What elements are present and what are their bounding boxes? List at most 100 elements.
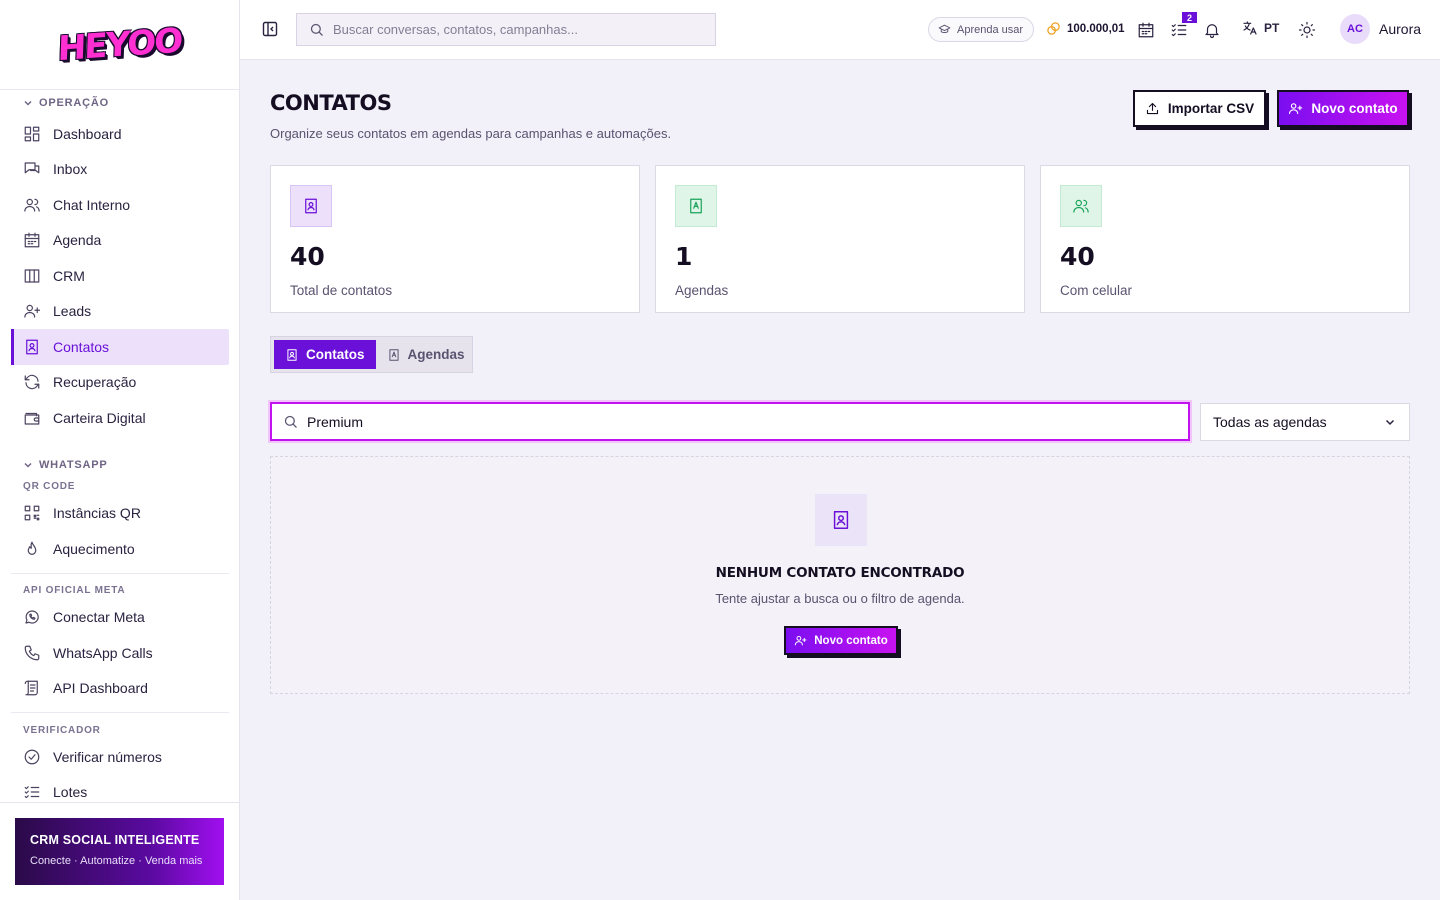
user-plus-icon: [1289, 103, 1303, 115]
phone-icon: [24, 645, 40, 661]
promo-subtitle: Conecte · Automatize · Venda mais: [30, 855, 203, 867]
page-subtitle: Organize seus contatos em agendas para c…: [270, 126, 672, 141]
user-name: Aurora: [1379, 21, 1422, 37]
sidebar-item-label: Contatos: [53, 338, 110, 355]
wallet-icon: [24, 412, 40, 425]
stat-label: Total de contatos: [290, 283, 393, 298]
address-book-icon: [388, 348, 399, 361]
agenda-filter-select[interactable]: Todas as agendas: [1200, 403, 1410, 441]
language-switcher[interactable]: PT: [1242, 20, 1279, 36]
list-checks-icon: [24, 786, 40, 799]
user-menu[interactable]: AC Aurora: [1340, 14, 1421, 44]
sidebar-item-lotes[interactable]: Lotes: [11, 775, 229, 803]
stat-value: 1: [675, 242, 693, 271]
bell-icon: [1205, 24, 1219, 39]
sidebar-item-crm[interactable]: CRM: [11, 258, 229, 294]
agenda-filter-value: Todas as agendas: [1213, 414, 1327, 430]
dashboard-icon: [24, 126, 40, 142]
user-plus-icon: [24, 305, 41, 318]
import-csv-label: Importar CSV: [1167, 101, 1255, 116]
sidebar-item-label: API Dashboard: [53, 680, 148, 697]
sidebar-toggle-button[interactable]: [262, 21, 278, 37]
users-icon: [24, 198, 40, 212]
sidebar-item-label: Chat Interno: [53, 196, 131, 213]
promo-banner[interactable]: CRM SOCIAL INTELIGENTE Conecte · Automat…: [15, 818, 224, 885]
sidebar-item-label: Agenda: [53, 232, 102, 249]
logo-area: HEYOO: [0, 0, 239, 90]
sidebar-item-agenda[interactable]: Agenda: [11, 223, 229, 259]
sidebar-item-conectar-meta[interactable]: Conectar Meta: [11, 600, 229, 636]
coins-icon: [1047, 22, 1060, 35]
sidebar-item-instancias-qr[interactable]: Instâncias QR: [11, 496, 229, 532]
tab-label: Agendas: [407, 347, 465, 362]
stat-label: Com celular: [1060, 283, 1133, 298]
contact-book-icon: [833, 511, 849, 529]
search-icon: [310, 23, 323, 36]
language-label: PT: [1264, 21, 1280, 35]
credits-balance[interactable]: 100.000,01: [1046, 21, 1125, 36]
panel-left-icon: [262, 21, 278, 37]
heyoo-logo[interactable]: HEYOO: [57, 20, 182, 68]
empty-new-contact-label: Novo contato: [814, 634, 888, 647]
import-csv-button[interactable]: Importar CSV: [1133, 90, 1266, 127]
tab-contatos[interactable]: Contatos: [274, 340, 376, 369]
group-whatsapp[interactable]: WHATSAPP: [11, 452, 229, 478]
group-whatsapp-label: WHATSAPP: [39, 458, 108, 471]
page-title: CONTATOS: [270, 91, 392, 115]
list-checks-icon: [1171, 24, 1187, 37]
empty-state-title: NENHUM CONTATO ENCONTRADO: [715, 565, 965, 581]
sidebar-item-api-dashboard[interactable]: API Dashboard: [11, 671, 229, 707]
sidebar-item-label: Recuperação: [53, 374, 137, 391]
chevron-down-icon: [1385, 419, 1395, 426]
calendar-icon: [1138, 22, 1154, 38]
contacts-search[interactable]: [270, 402, 1190, 441]
tasks-button[interactable]: [1170, 21, 1188, 39]
stat-value: 40: [290, 242, 325, 271]
global-search-input[interactable]: [333, 22, 693, 37]
sidebar-item-contatos[interactable]: Contatos: [11, 329, 229, 365]
contact-book-icon: [26, 339, 38, 355]
sidebar-item-recuperacao[interactable]: Recuperação: [11, 365, 229, 401]
sidebar-item-inbox[interactable]: Inbox: [11, 152, 229, 188]
contacts-search-input[interactable]: [307, 413, 1167, 430]
sun-icon: [1298, 21, 1316, 39]
sidebar-item-label: Conectar Meta: [53, 609, 145, 626]
sidebar-item-aquecimento[interactable]: Aquecimento: [11, 531, 229, 567]
calendar-icon: [24, 232, 40, 248]
refresh-icon: [24, 375, 40, 390]
flame-icon: [27, 541, 37, 555]
global-search[interactable]: [296, 13, 716, 46]
sidebar-item-dashboard[interactable]: Dashboard: [11, 116, 229, 152]
subgroup-qrcode: QR CODE: [23, 481, 76, 492]
sidebar-item-label: WhatsApp Calls: [53, 644, 153, 661]
sidebar-item-chat-interno[interactable]: Chat Interno: [11, 187, 229, 223]
chevron-down-icon: [24, 100, 32, 106]
columns-icon: [24, 269, 40, 283]
divider: [11, 572, 229, 574]
graduation-cap-icon: [938, 24, 951, 33]
translate-icon: [1243, 21, 1257, 35]
tab-agendas[interactable]: Agendas: [376, 340, 476, 369]
sidebar-item-label: CRM: [53, 267, 85, 284]
divider: [0, 802, 240, 803]
learn-button[interactable]: Aprenda usar: [928, 17, 1035, 42]
notifications-button[interactable]: [1203, 21, 1221, 39]
view-tabs: Contatos Agendas: [270, 336, 473, 373]
empty-state-icon-box: [815, 494, 867, 546]
sidebar-item-whatsapp-calls[interactable]: WhatsApp Calls: [11, 635, 229, 671]
stat-card-agendas: 1 Agendas: [655, 165, 1025, 313]
empty-new-contact-button[interactable]: Novo contato: [784, 626, 898, 655]
calendar-button[interactable]: [1137, 21, 1155, 39]
chevron-down-icon: [24, 462, 32, 468]
stat-label: Agendas: [675, 283, 729, 298]
sidebar-item-leads[interactable]: Leads: [11, 294, 229, 330]
sidebar-item-verificar-numeros[interactable]: Verificar números: [11, 739, 229, 775]
search-icon: [284, 415, 297, 428]
theme-toggle-button[interactable]: [1298, 21, 1316, 39]
group-operacao[interactable]: OPERAÇÃO: [11, 90, 229, 116]
scroll-icon: [24, 680, 38, 696]
address-book-icon: [690, 198, 702, 214]
new-contact-button[interactable]: Novo contato: [1277, 90, 1409, 127]
sidebar-item-carteira[interactable]: Carteira Digital: [11, 400, 229, 436]
contact-book-icon: [305, 198, 317, 214]
